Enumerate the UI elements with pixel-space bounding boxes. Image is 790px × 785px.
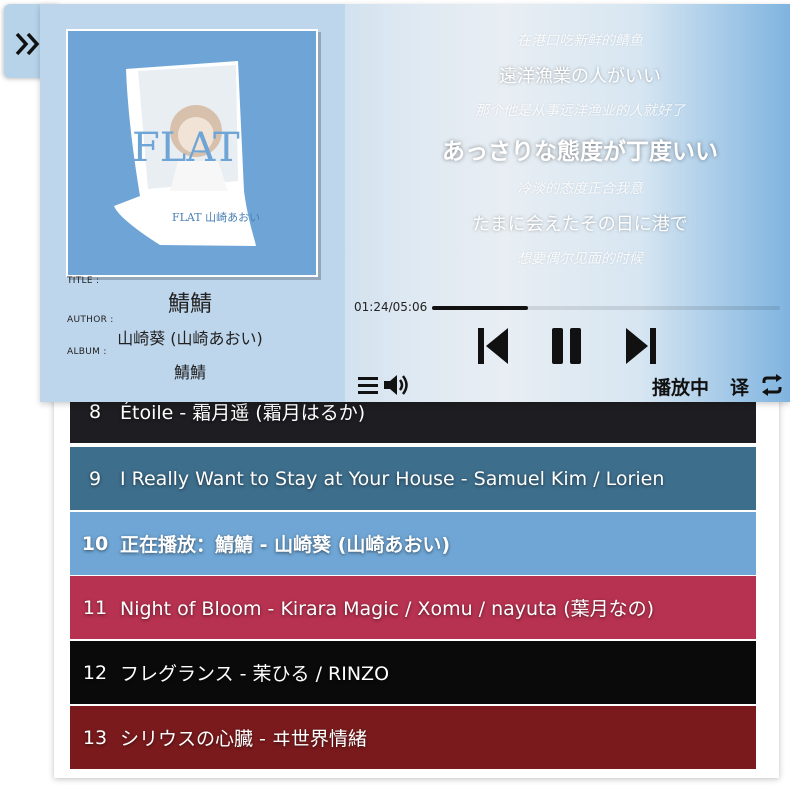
progress-fill: [432, 306, 528, 310]
playlist-item[interactable]: 10 正在播放：鯖鯖 - 山崎葵 (山崎あおい): [70, 512, 756, 575]
playlist-item[interactable]: 12 フレグランス - 茉ひる / RINZO: [70, 641, 756, 704]
double-chevron-right-icon[interactable]: [14, 29, 42, 59]
lyric-line-active: あっさりな態度が丁度いい: [442, 139, 718, 165]
song-author: 山崎葵 (山崎あおい): [117, 329, 263, 348]
progress-bar[interactable]: [432, 306, 780, 310]
playlist-item-number: 11: [82, 596, 108, 619]
lyric-line: たまに会えたその日に港で: [472, 214, 688, 235]
playlist-item-title: Night of Bloom - Kirara Magic / Xomu / n…: [120, 598, 655, 620]
playlist-item-title: Étoile - 霜月遥 (霜月はるか): [120, 402, 366, 424]
playlist-item[interactable]: 13 シリウスの心臓 - ヰ世界情緒: [70, 706, 756, 769]
playlist-item-number: 10: [81, 532, 109, 555]
author-label: AUTHOR :: [67, 315, 114, 325]
playlist-item[interactable]: 11 Night of Bloom - Kirara Magic / Xomu /…: [70, 576, 756, 639]
album-label: ALBUM :: [67, 347, 107, 357]
title-label: TITLE :: [67, 276, 100, 286]
playlist-item-number: 13: [82, 726, 108, 749]
cover-letters: FLAT: [132, 125, 240, 171]
skip-next-icon[interactable]: [624, 326, 658, 366]
skip-previous-icon[interactable]: [476, 326, 510, 366]
time-readout: 01:24/05:06: [354, 300, 428, 314]
song-title: 鯖鯖: [167, 292, 212, 317]
pause-icon[interactable]: [550, 326, 584, 366]
lyric-line: 遠洋漁業の人がいい: [499, 66, 661, 87]
playlist-item-number: 8: [88, 400, 102, 423]
album-cover: FLAT FLAT 山崎あおい: [66, 29, 318, 277]
lyric-line: 冷淡的态度正合我意: [517, 181, 643, 197]
repeat-icon[interactable]: [760, 373, 784, 397]
playlist: 8 Étoile - 霜月遥 (霜月はるか) 9 I Really Want to S…: [54, 380, 779, 778]
song-album: 鯖鯖: [173, 363, 206, 382]
album-cover-art: FLAT FLAT 山崎あおい: [68, 31, 316, 275]
playlist-item-title: I Really Want to Stay at Your House - Sa…: [120, 467, 665, 490]
lyric-line: 想要偶尔见面的时候: [517, 251, 643, 267]
playlist-item-number: 12: [82, 661, 108, 684]
playlist-item-title: フレグランス - 茉ひる / RINZO: [120, 663, 390, 685]
playback-status: 播放中: [652, 377, 710, 399]
volume-icon[interactable]: [382, 373, 410, 397]
list-icon[interactable]: [356, 374, 380, 396]
playlist-item-title: 正在播放：鯖鯖 - 山崎葵 (山崎あおい): [120, 534, 451, 556]
playlist-item[interactable]: 9 I Really Want to Stay at Your House - S…: [70, 447, 756, 510]
song-info-panel: FLAT FLAT 山崎あおい TITLE : 鯖鯖 AUTHOR : 山崎葵 …: [40, 4, 345, 402]
cover-caption: FLAT 山崎あおい: [172, 210, 260, 224]
lyric-line: 在港口吃新鲜的鲭鱼: [517, 33, 643, 49]
lyric-line: 那个他是从事远洋渔业的人就好了: [475, 103, 685, 119]
playlist-item-number: 9: [88, 467, 102, 490]
translate-button[interactable]: 译: [730, 373, 749, 400]
playlist-item-title: シリウスの心臓 - ヰ世界情緒: [120, 728, 367, 750]
player-panel: FLAT FLAT 山崎あおい TITLE : 鯖鯖 AUTHOR : 山崎葵 …: [40, 4, 790, 402]
